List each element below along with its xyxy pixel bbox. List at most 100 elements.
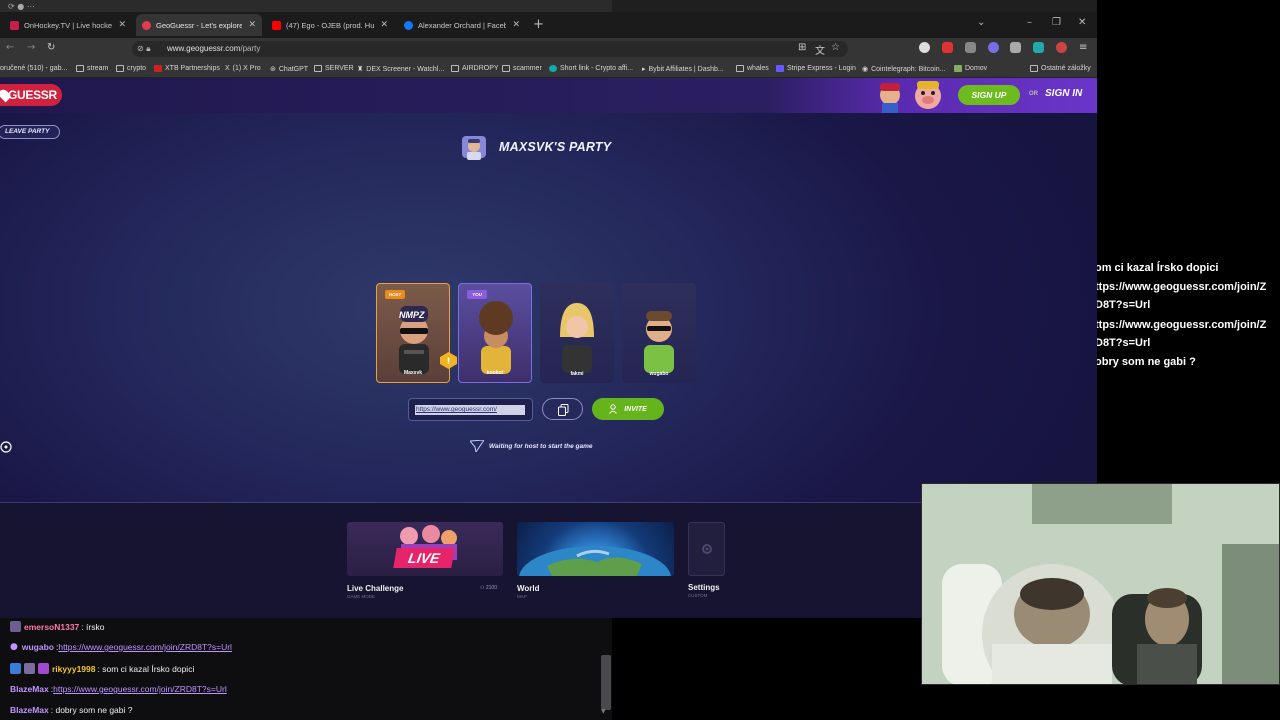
settings-tile[interactable] <box>688 522 725 576</box>
forward-icon[interactable]: → <box>27 42 35 53</box>
chatgpt-icon: ⊛ <box>270 66 276 73</box>
back-icon[interactable]: ← <box>6 42 14 53</box>
bookmark-dexscreener[interactable]: ♜ DEX Screener - Watchl... <box>357 65 444 74</box>
bookmark-other-folder[interactable]: Ostatné záložky <box>1030 65 1091 72</box>
bookmark-xtb[interactable]: XTB Partnerships <box>154 65 220 72</box>
bookmark-folder-server[interactable]: SERVER <box>314 65 354 72</box>
bookmark-label: oručené (510) - gab... <box>0 65 68 72</box>
bookmark-bybit[interactable]: ▸ Bybit Affiliates | Dashb... <box>642 65 724 74</box>
geoguessr-logo[interactable]: GUESSR <box>0 84 62 106</box>
bookmark-shortlink[interactable]: Short link - Crypto affi... <box>549 65 633 72</box>
member-card-you[interactable]: YOU kookot <box>458 283 532 383</box>
folder-icon <box>314 65 322 72</box>
chat-text: : dobry som ne gabi ? <box>50 705 133 715</box>
bybit-icon: ▸ <box>642 66 646 73</box>
tab-title: OnHockey.TV | Live hockey <box>24 20 113 30</box>
reload-icon[interactable]: ↻ <box>47 42 55 53</box>
side-widget-icon[interactable] <box>0 440 12 453</box>
site-info-icon[interactable]: ⊘ 🔒︎ <box>137 44 151 54</box>
translate-icon[interactable]: 文 <box>815 42 825 57</box>
invite-button[interactable]: INVITE <box>592 398 664 420</box>
scroll-down-icon[interactable]: ▼ <box>601 708 606 715</box>
tab-youtube[interactable]: (47) Ego - OJEB (prod. Hujdy) - ✕ <box>266 14 394 36</box>
svg-text:!: ! <box>446 357 450 367</box>
extension-teal-icon[interactable] <box>1033 42 1044 53</box>
install-app-icon[interactable]: ⊞ <box>798 42 806 53</box>
dexscreener-icon: ♜ <box>357 66 364 73</box>
bookmark-folder-crypto[interactable]: crypto <box>116 65 146 72</box>
logo-text: GUESSR <box>8 88 57 102</box>
chat-username[interactable]: rikyyy1998 <box>52 664 96 674</box>
site-header: GUESSR SIGN UP OR SIGN IN <box>0 78 1097 113</box>
sign-up-button[interactable]: SIGN UP <box>958 85 1020 105</box>
wugabo-avatar-image <box>644 311 674 373</box>
chat-avatar-icon <box>10 621 21 632</box>
folder-icon <box>1030 65 1038 72</box>
bookmark-chatgpt[interactable]: ⊛ ChatGPT <box>270 65 308 74</box>
url-input[interactable]: www.geoguessr.com/party <box>132 41 848 57</box>
bookmark-label: crypto <box>127 65 147 72</box>
restore-icon[interactable]: ❐ <box>1052 17 1061 28</box>
close-tab-icon[interactable]: ✕ <box>118 20 126 30</box>
url-domain: www.geoguessr.com <box>167 44 241 53</box>
extension-gray-icon[interactable] <box>965 42 976 53</box>
invite-link-field[interactable]: https://www.geoguessr.com/ <box>408 398 533 421</box>
bookmark-folder-whales[interactable]: whales <box>736 65 769 72</box>
bookmark-item[interactable]: oručené (510) - gab... <box>0 65 67 72</box>
profile-extension-icon[interactable] <box>919 42 930 53</box>
party-avatar-icon <box>462 136 486 160</box>
bookmark-folder-airdropy[interactable]: AIRDROPY <box>451 65 499 72</box>
copy-icon <box>558 404 569 416</box>
close-window-icon[interactable]: ✕ <box>1078 17 1086 28</box>
leave-party-button[interactable]: LEAVE PARTY <box>0 125 60 139</box>
world-map-tile[interactable] <box>517 522 674 576</box>
tab-search-icon[interactable]: ⌄ <box>977 17 985 28</box>
folder-icon <box>116 65 124 72</box>
window-menu-icon[interactable]: ⟳ ● ⋯ <box>8 2 35 11</box>
chat-username[interactable]: BlazeMax <box>10 684 49 694</box>
bookmark-stripe[interactable]: Stripe Express - Login <box>776 65 856 72</box>
bookmark-xpro[interactable]: X (1) X Pro <box>225 65 261 72</box>
extension-purple-icon[interactable] <box>988 42 999 53</box>
bookmark-folder-scammer[interactable]: scammer <box>502 65 542 72</box>
new-tab-icon[interactable]: + <box>533 17 544 32</box>
tab-facebook[interactable]: Alexander Orchard | Facebook ✕ <box>398 14 526 36</box>
live-banner: LIVE <box>393 548 455 568</box>
x-icon: X <box>225 65 230 72</box>
extension-red-icon[interactable] <box>942 42 953 53</box>
chat-username[interactable]: emersoN1337 <box>24 622 79 632</box>
prime-badge-icon <box>10 663 21 674</box>
chat-link[interactable]: https://www.geoguessr.com/join/ZRD8T?s=U… <box>58 642 232 652</box>
avatar-icon[interactable] <box>1056 42 1067 53</box>
minimize-icon[interactable]: – <box>1027 17 1032 28</box>
cap-text: NMPZ <box>399 310 425 320</box>
bookmark-star-icon[interactable]: ☆ <box>831 42 840 53</box>
chat-scrollbar[interactable] <box>601 655 611 710</box>
bookmark-cointelegraph[interactable]: ◉ Cointelegraph: Bitcoin... <box>862 65 945 74</box>
chat-message: ● wugabo : https://www.geoguessr.com/joi… <box>10 642 232 652</box>
member-card-host[interactable]: HOST NMPZ Maxsvk <box>376 283 450 383</box>
member-card-fakmi[interactable]: fakmi <box>540 283 614 383</box>
copy-link-button[interactable] <box>542 398 583 420</box>
chat-message: BlazeMax : dobry som ne gabi ? <box>10 705 133 715</box>
bookmark-domov[interactable]: Domov <box>954 65 987 72</box>
bookmarks-bar: oručené (510) - gab... stream crypto XTB… <box>0 60 1097 78</box>
sign-in-link[interactable]: SIGN IN <box>1045 88 1082 99</box>
extensions-puzzle-icon[interactable] <box>1010 42 1021 53</box>
chat-link[interactable]: https://www.geoguessr.com/join/ZRD8T?s=U… <box>53 684 227 694</box>
member-name: kookot <box>486 370 504 376</box>
overlay-chat-line: ttps://www.geoguessr.com/join/Z <box>1097 319 1267 331</box>
close-tab-icon[interactable]: ✕ <box>248 20 256 30</box>
close-tab-icon[interactable]: ✕ <box>380 20 388 30</box>
settings-label: Settings <box>688 583 720 592</box>
member-card-wugabo[interactable]: wugabo <box>622 283 696 383</box>
bookmark-label: Domov <box>965 65 988 72</box>
bookmark-folder-stream[interactable]: stream <box>76 65 108 72</box>
close-tab-icon[interactable]: ✕ <box>512 20 520 30</box>
live-challenge-tile[interactable]: LIVE <box>347 522 503 576</box>
chat-username[interactable]: wugabo <box>22 642 54 652</box>
tab-geoguessr[interactable]: GeoGuessr - Let's explore the w ✕ <box>136 14 262 36</box>
chat-username[interactable]: BlazeMax <box>10 705 49 715</box>
browser-menu-icon[interactable]: ≡ <box>1079 42 1087 53</box>
tab-onhockey[interactable]: OnHockey.TV | Live hockey ✕ <box>4 14 132 36</box>
